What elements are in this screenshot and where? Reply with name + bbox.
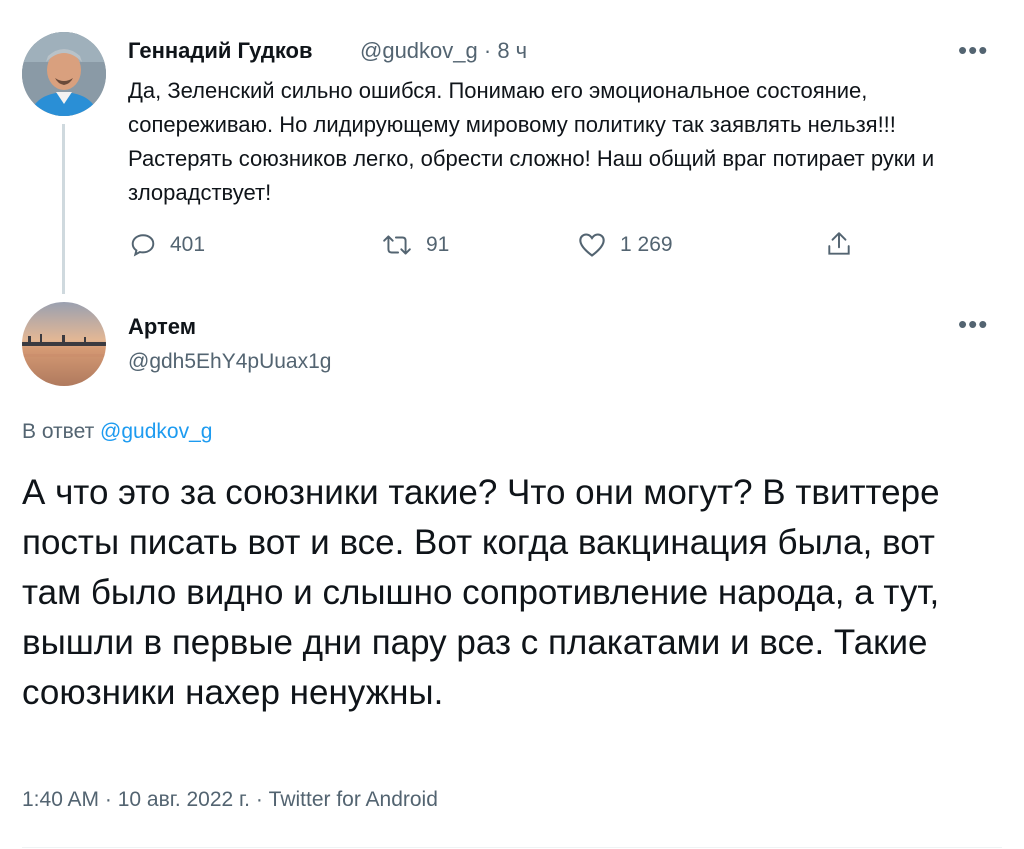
- avatar-image: [22, 302, 106, 386]
- avatar-image: [22, 32, 106, 116]
- avatar-gudkov[interactable]: [22, 32, 106, 116]
- thread-connector-line: [62, 124, 65, 294]
- heart-icon: [579, 233, 605, 257]
- reply-button[interactable]: 401: [130, 232, 205, 258]
- reply-to-mention-link[interactable]: @gudkov_g: [100, 420, 212, 443]
- tweet2-text: А что это за союзники такие? Что они мог…: [22, 473, 940, 712]
- tweet2-timestamp[interactable]: 1:40 AM · 10 авг. 2022 г. · Twitter for …: [22, 788, 438, 812]
- tweet1-separator: ·: [483, 38, 492, 63]
- retweet-count: 91: [426, 233, 450, 256]
- tweet1-handle[interactable]: @gudkov_g: [360, 38, 478, 63]
- avatar-artem[interactable]: [22, 302, 106, 386]
- retweet-button[interactable]: 91: [382, 232, 449, 258]
- tweet1-author-name[interactable]: Геннадий Гудков: [128, 38, 313, 64]
- bottom-divider: [22, 847, 1002, 848]
- tweet1-more-icon[interactable]: •••: [958, 37, 988, 63]
- like-button[interactable]: 1 269: [578, 232, 673, 258]
- tweet2-author-name[interactable]: Артем: [128, 314, 196, 340]
- reply-to-line: В ответ @gudkov_g: [22, 420, 212, 444]
- reply-icon: [131, 234, 155, 257]
- reply-to-prefix: В ответ: [22, 420, 95, 443]
- tweet1-text: Да, Зеленский сильно ошибся. Понимаю его…: [128, 78, 935, 205]
- tweet1-meta: @gudkov_g · 8 ч: [360, 38, 527, 64]
- share-icon: [828, 232, 850, 255]
- tweet2-more-icon[interactable]: •••: [958, 311, 988, 337]
- like-count: 1 269: [620, 233, 673, 256]
- share-button[interactable]: [826, 230, 852, 258]
- tweet2-handle[interactable]: @gdh5EhY4pUuax1g: [128, 350, 331, 374]
- retweet-icon: [383, 235, 411, 255]
- tweet1-time[interactable]: 8 ч: [497, 38, 527, 63]
- reply-count: 401: [170, 233, 206, 256]
